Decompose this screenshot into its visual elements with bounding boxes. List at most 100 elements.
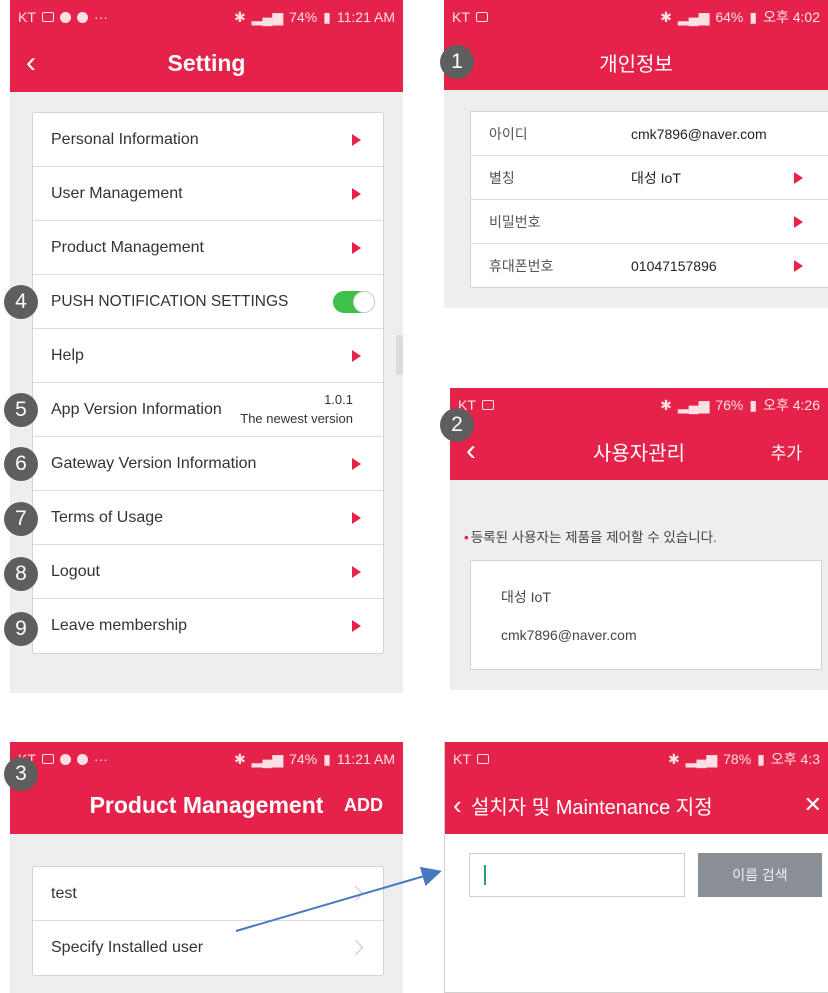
app-version-note: The newest version xyxy=(240,411,353,426)
bluetooth-icon: ✱ xyxy=(233,750,246,767)
info-row-nickname[interactable]: 별칭 대성 IoT xyxy=(471,156,828,200)
settings-item-label: PUSH NOTIFICATION SETTINGS xyxy=(51,292,289,310)
settings-item-logout[interactable]: Logout xyxy=(33,545,383,599)
arrow-right-icon xyxy=(352,241,361,254)
clock: 오후 4:26 xyxy=(763,397,820,413)
status-bar: KT ✱ ▂▄▆ 76% ▮ 오후 4:26 xyxy=(450,388,828,422)
arrow-right-icon xyxy=(794,171,803,184)
close-icon[interactable]: ✕ xyxy=(804,776,822,834)
settings-item-help[interactable]: Help xyxy=(33,329,383,383)
page-title: 사용자관리 xyxy=(593,442,685,465)
arrow-right-icon xyxy=(352,187,361,200)
image-icon xyxy=(481,400,494,410)
bluetooth-icon: ✱ xyxy=(660,8,672,25)
product-item-test[interactable]: test xyxy=(33,867,383,921)
app-icon xyxy=(76,753,88,765)
text-cursor xyxy=(484,865,486,885)
arrow-right-icon xyxy=(352,457,361,470)
app-icon xyxy=(76,11,88,23)
chevron-right-icon xyxy=(347,939,364,956)
bluetooth-icon: ✱ xyxy=(667,750,680,767)
signal-icon: ▂▄▆ xyxy=(251,750,284,767)
page-title: Product Management xyxy=(89,791,324,818)
settings-item-user-management[interactable]: User Management xyxy=(33,167,383,221)
settings-item-label: App Version Information xyxy=(51,400,222,418)
settings-item-label: Leave membership xyxy=(51,617,188,634)
page-title: 설치자 및 Maintenance 지정 xyxy=(471,796,713,819)
product-management-screen: KT ··· ✱ ▂▄▆ 74% ▮ 11:21 AM Product Mana… xyxy=(10,742,403,993)
status-bar: KT ✱ ▂▄▆ 78% ▮ 오후 4:3 xyxy=(445,742,828,776)
arrow-right-icon xyxy=(352,620,361,632)
app-bar: ‹ 개인정보 xyxy=(444,34,828,90)
chat-icon xyxy=(59,11,71,23)
step-badge-1: 1 xyxy=(440,45,474,79)
battery-percent: 78% xyxy=(723,751,752,767)
user-name: 대성 IoT xyxy=(501,589,551,605)
settings-item-label: Help xyxy=(51,346,84,364)
page-title: Setting xyxy=(167,49,246,76)
settings-item-gateway-version[interactable]: Gateway Version Information xyxy=(33,437,383,491)
app-bar: ‹ 사용자관리 추가 xyxy=(450,422,828,480)
user-card[interactable]: 대성 IoT cmk7896@naver.com xyxy=(470,560,822,670)
page-title: 개인정보 xyxy=(599,53,673,76)
battery-percent: 64% xyxy=(715,9,744,25)
push-notification-toggle[interactable] xyxy=(333,290,375,313)
battery-icon: ▮ xyxy=(749,8,758,25)
settings-item-label: User Management xyxy=(51,184,183,202)
signal-icon: ▂▄▆ xyxy=(251,8,284,25)
product-item-label: Specify Installed user xyxy=(51,939,204,956)
step-badge-8: 8 xyxy=(4,557,38,591)
carrier-label: KT xyxy=(18,9,36,25)
add-product-button[interactable]: ADD xyxy=(344,776,383,834)
arrow-right-icon xyxy=(352,349,361,362)
info-key: 비밀번호 xyxy=(489,213,541,230)
info-key: 별칭 xyxy=(489,169,515,186)
settings-item-product-management[interactable]: Product Management xyxy=(33,221,383,275)
product-list: test Specify Installed user xyxy=(32,866,384,976)
notice-text: 등록된 사용자는 제품을 제어할 수 있습니다. xyxy=(470,530,717,545)
chevron-right-icon xyxy=(347,885,364,901)
add-user-button[interactable]: 추가 xyxy=(771,422,802,480)
battery-percent: 76% xyxy=(715,397,744,413)
arrow-right-icon xyxy=(794,259,803,272)
settings-screen: KT ··· ✱ ▂▄▆ 74% ▮ 11:21 AM ‹ Setting Pe… xyxy=(10,0,403,693)
battery-icon: ▮ xyxy=(757,750,765,767)
clock: 11:21 AM xyxy=(336,751,395,767)
name-search-button[interactable]: 이름 검색 xyxy=(698,853,822,897)
settings-item-leave-membership[interactable]: Leave membership xyxy=(33,599,383,653)
back-icon[interactable]: ‹ xyxy=(26,34,36,92)
carrier-label: KT xyxy=(452,9,470,25)
status-bar: KT ··· ✱ ▂▄▆ 74% ▮ 11:21 AM xyxy=(10,742,403,776)
chat-icon xyxy=(59,753,71,765)
info-row-password[interactable]: 비밀번호 xyxy=(471,200,828,244)
settings-item-personal-information[interactable]: Personal Information xyxy=(33,113,383,167)
step-badge-3: 3 xyxy=(4,757,38,791)
step-badge-4: 4 xyxy=(4,285,38,319)
info-value: 대성 IoT xyxy=(631,169,681,186)
arrow-right-icon xyxy=(352,133,361,146)
image-icon xyxy=(41,754,54,764)
settings-item-terms-of-usage[interactable]: Terms of Usage xyxy=(33,491,383,545)
settings-item-label: Gateway Version Information xyxy=(51,454,257,472)
back-icon[interactable]: ‹ xyxy=(453,776,462,834)
battery-percent: 74% xyxy=(289,9,318,25)
arrow-right-icon xyxy=(352,511,361,524)
info-value: cmk7896@naver.com xyxy=(631,125,767,142)
product-item-specify-installed-user[interactable]: Specify Installed user xyxy=(33,921,383,975)
settings-item-label: Product Management xyxy=(51,238,204,256)
name-search-input[interactable] xyxy=(469,853,685,897)
settings-list: Personal Information User Management Pro… xyxy=(32,112,384,654)
settings-item-app-version: App Version Information 1.0.1 The newest… xyxy=(33,383,383,437)
toggle-knob xyxy=(353,290,375,313)
clock: 11:21 AM xyxy=(336,9,395,25)
bluetooth-icon: ✱ xyxy=(660,396,672,413)
carrier-label: KT xyxy=(453,751,471,767)
app-version-number: 1.0.1 xyxy=(324,392,353,407)
signal-icon: ▂▄▆ xyxy=(677,8,710,25)
arrow-right-icon xyxy=(794,215,803,228)
image-icon xyxy=(476,754,489,764)
scroll-handle[interactable] xyxy=(396,335,403,375)
info-row-phone[interactable]: 휴대폰번호 01047157896 xyxy=(471,244,828,287)
settings-item-label: Personal Information xyxy=(51,130,199,148)
status-bar: KT ··· ✱ ▂▄▆ 74% ▮ 11:21 AM xyxy=(10,0,403,34)
